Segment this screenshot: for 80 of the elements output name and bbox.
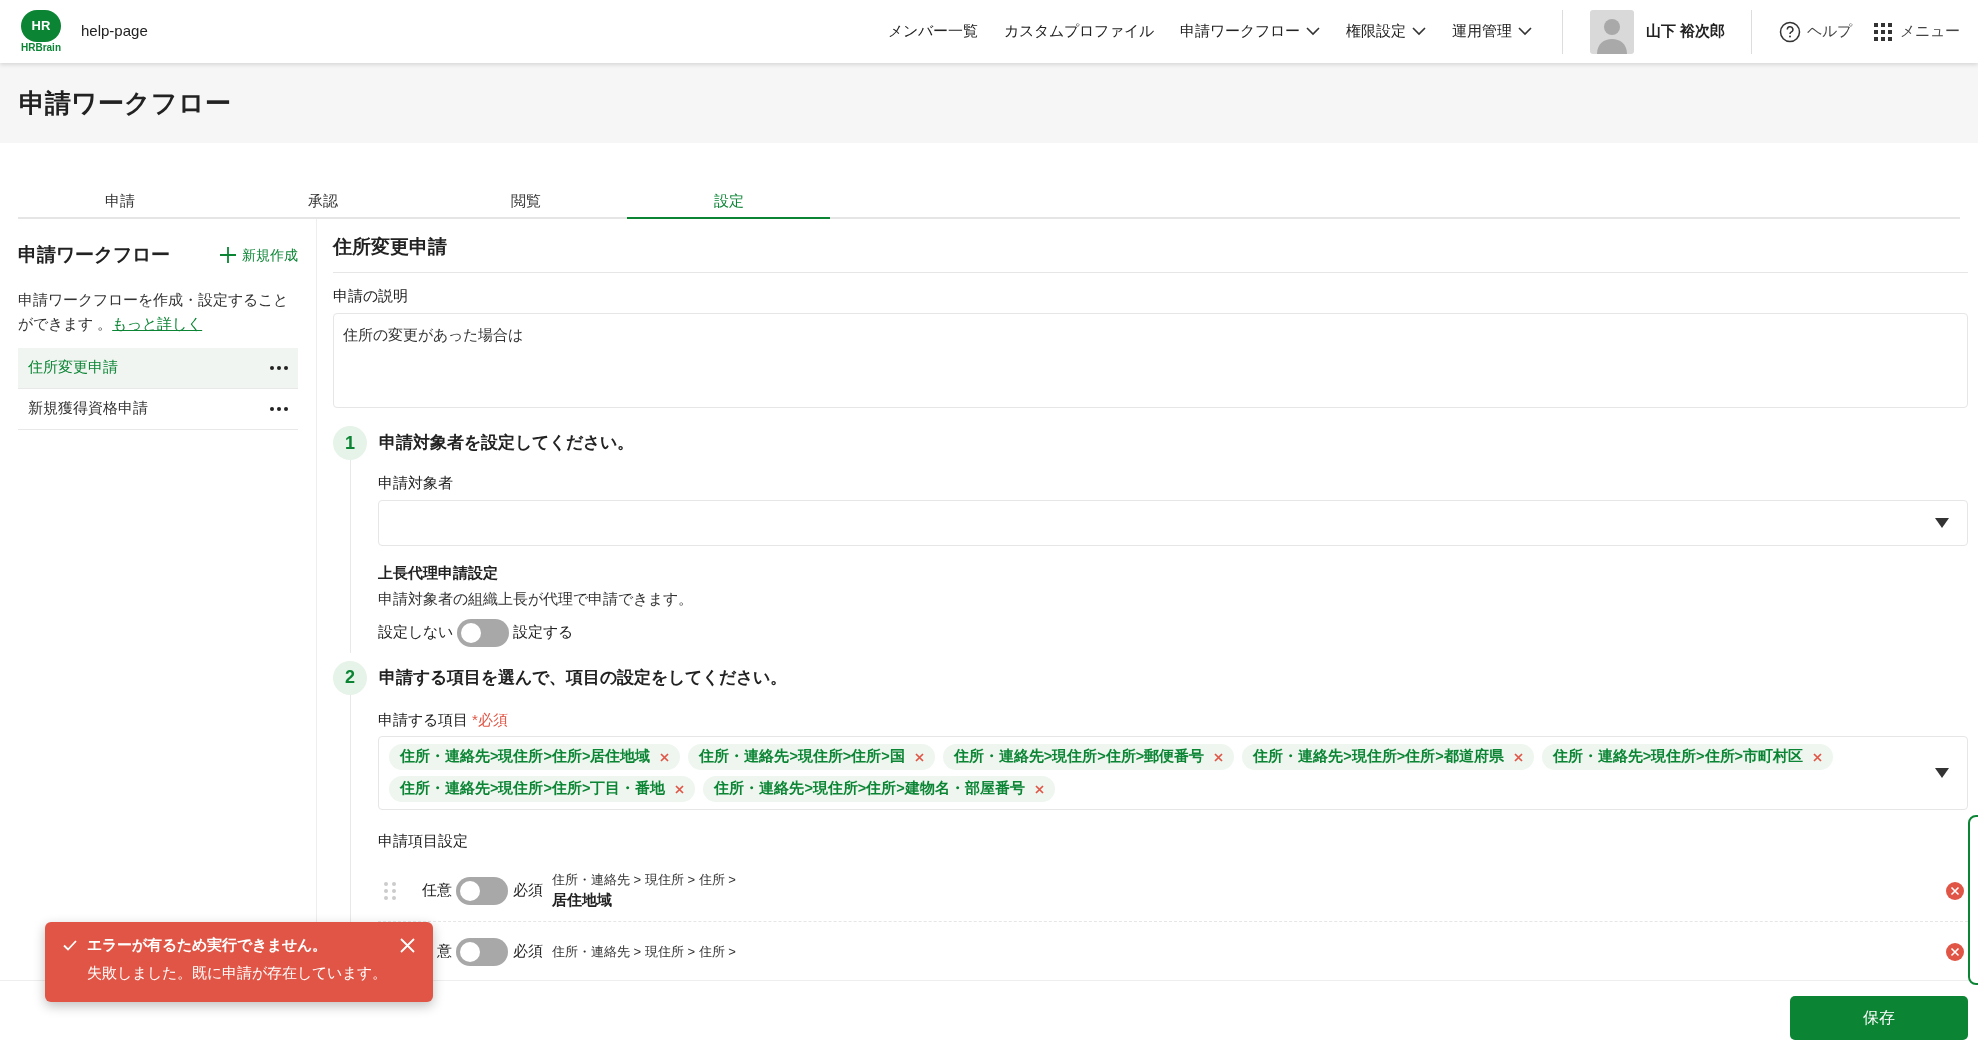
required-label: 必須 [513, 880, 543, 901]
toggle-switch[interactable] [456, 937, 508, 966]
toast-message: 失敗しました。既に申請が存在しています。 [87, 963, 388, 983]
description-field[interactable]: 住所の変更があった場合は [333, 313, 1968, 408]
item-path: 住所・連絡先 > 現住所 > 住所 > [552, 942, 736, 961]
remove-icon[interactable] [660, 752, 670, 762]
logo-name: HRBrain [21, 41, 61, 54]
remove-icon[interactable] [1513, 752, 1523, 762]
dropdown-arrow-icon [1935, 768, 1949, 778]
more-icon[interactable] [270, 365, 288, 370]
plus-icon [220, 247, 236, 264]
item-chip: 住所・連絡先>現住所>住所>居住地域 [389, 744, 681, 770]
delete-icon[interactable] [1946, 942, 1964, 961]
drag-handle-icon[interactable] [384, 881, 396, 900]
item-chip: 住所・連絡先>現住所>住所>市町村区 [1541, 744, 1834, 770]
chevron-down-icon [1517, 27, 1532, 36]
item-chip: 住所・連絡先>現住所>住所>国 [688, 744, 935, 770]
page-title: 申請ワークフロー [19, 86, 231, 120]
items-select[interactable]: 住所・連絡先>現住所>住所>居住地域 住所・連絡先>現住所>住所>国 住所・連絡先>現住所>住所>郵便番号 住所・連絡先>現住所>住所>都道府県 住所・連絡先>現住所>住所>市町村区 住所・連絡先>現住所>住所>丁目・番地 住所・連絡先>現住所>住所>建物名・部屋番号 [378, 736, 1968, 810]
tab[interactable]: 承認 [221, 185, 424, 219]
more-icon[interactable] [270, 406, 288, 411]
field-label: 申請する項目 [378, 709, 468, 730]
sidebar-description: 申請ワークフローを作成・設定することができます 。もっと詳しく [18, 289, 289, 334]
sidebar-title: 申請ワークフロー [18, 243, 170, 267]
dropdown-arrow-icon [1935, 517, 1949, 528]
check-icon [63, 939, 77, 951]
tab[interactable]: 閲覧 [424, 185, 627, 219]
item-name: 居住地域 [552, 890, 613, 910]
field-label: 申請項目設定 [378, 831, 469, 851]
toggle-on-label: 設定する [513, 622, 573, 643]
workflow-item[interactable]: 住所変更申請 [18, 347, 298, 389]
step-title: 申請対象者を設定してください。 [379, 432, 634, 455]
item-chip: 住所・連絡先>現住所>住所>建物名・部屋番号 [703, 776, 1055, 802]
nav-link[interactable]: メンバー一覧 [887, 20, 978, 43]
optional-label: 意 [437, 941, 452, 962]
form-title: 住所変更申請 [333, 233, 1968, 273]
item-chip: 住所・連絡先>現住所>住所>丁目・番地 [389, 776, 696, 802]
required-mark: *必須 [472, 709, 508, 730]
close-icon[interactable] [400, 937, 415, 953]
step-number: 2 [333, 660, 367, 695]
new-button[interactable]: 新規作成 [220, 244, 298, 266]
menu-link[interactable]: メニュー [1874, 20, 1960, 43]
logo-mark: HR [21, 9, 61, 42]
step-number: 1 [333, 426, 367, 460]
toast-title: エラーが有るため実行できません。 [87, 935, 327, 955]
remove-icon[interactable] [675, 784, 685, 794]
help-link[interactable]: ヘルプ [1779, 20, 1852, 43]
required-label: 必須 [513, 941, 543, 962]
item-chip: 住所・連絡先>現住所>住所>郵便番号 [942, 744, 1235, 770]
user-name[interactable]: 山下 裕次郎 [1645, 20, 1725, 43]
toggle-switch[interactable] [457, 618, 509, 647]
save-button[interactable]: 保存 [1790, 996, 1968, 1040]
tab[interactable]: 申請 [18, 185, 221, 219]
avatar-icon[interactable] [1589, 9, 1634, 54]
site-name: help-page [81, 21, 148, 42]
more-link[interactable]: もっと詳しく [112, 314, 203, 332]
item-chip: 住所・連絡先>現住所>住所>都道府県 [1242, 744, 1534, 770]
chevron-down-icon [1305, 27, 1320, 36]
help-icon [1779, 20, 1801, 43]
nav-link[interactable]: 権限設定 [1345, 20, 1426, 43]
toggle-switch[interactable] [456, 876, 508, 905]
setting-description: 申請対象者の組織上長が代理で申請できます。 [378, 589, 694, 609]
item-path: 住所・連絡先 > 現住所 > 住所 > [552, 870, 736, 889]
nav-link[interactable]: カスタムプロファイル [1003, 20, 1154, 43]
field-label: 申請対象者 [378, 473, 454, 493]
optional-label: 任意 [422, 880, 452, 901]
nav-link[interactable]: 運用管理 [1451, 20, 1532, 43]
remove-icon[interactable] [1034, 784, 1044, 794]
grid-icon [1874, 22, 1892, 41]
chevron-down-icon [1411, 27, 1426, 36]
tab[interactable]: 設定 [627, 185, 830, 219]
toggle-off-label: 設定しない [378, 622, 453, 643]
nav-link[interactable]: 申請ワークフロー [1179, 20, 1320, 43]
field-label: 申請の説明 [333, 285, 409, 306]
step-title: 申請する項目を選んで、項目の設定をしてください。 [379, 666, 787, 689]
remove-icon[interactable] [1214, 752, 1224, 762]
delete-icon[interactable] [1946, 881, 1964, 900]
remove-icon[interactable] [914, 752, 924, 762]
setting-title: 上長代理申請設定 [378, 562, 499, 583]
remove-icon[interactable] [1813, 752, 1823, 762]
